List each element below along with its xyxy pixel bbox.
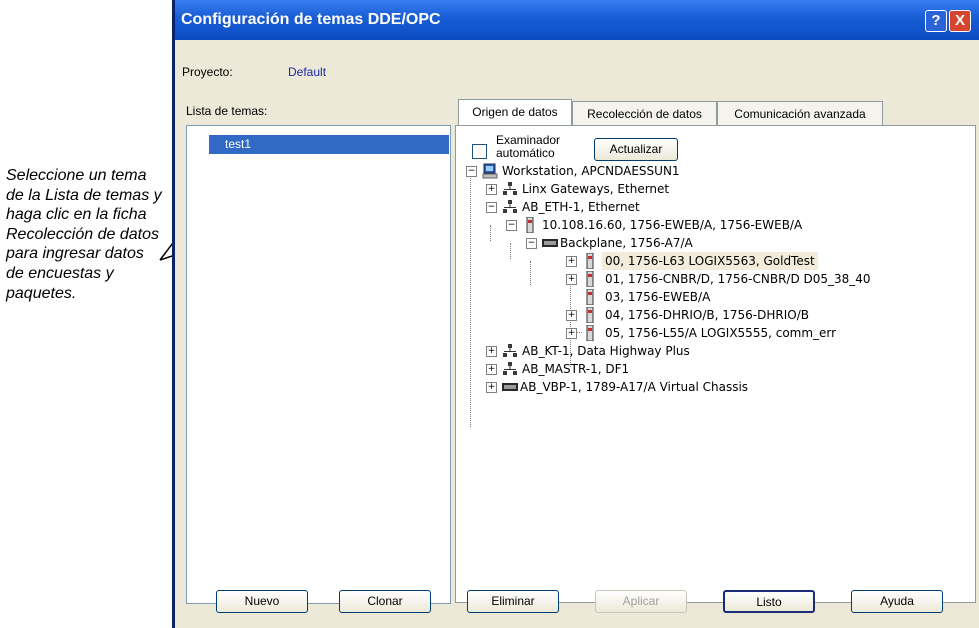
help-icon[interactable]: ? (925, 10, 947, 32)
expand-icon[interactable]: + (486, 382, 497, 393)
clone-button[interactable]: Clonar (339, 590, 431, 613)
tree-node-label: 01, 1756-CNBR/D, 1756-CNBR/D D05_38_40 (605, 272, 871, 286)
tree-node-label: 04, 1756-DHRIO/B, 1756-DHRIO/B (605, 308, 809, 322)
expand-icon[interactable]: + (566, 256, 577, 267)
tree-node-label: Backplane, 1756-A7/A (560, 236, 693, 250)
tree-node-label: AB_KT-1, Data Highway Plus (522, 344, 690, 358)
refresh-button[interactable]: Actualizar (594, 138, 678, 161)
expand-icon[interactable]: + (486, 346, 497, 357)
tab-data-source[interactable]: Origen de datos (458, 99, 572, 126)
module-icon (582, 270, 598, 288)
tree-node-label: AB_ETH-1, Ethernet (522, 200, 640, 214)
project-value: Default (288, 65, 327, 79)
network-icon (502, 199, 518, 215)
tree-connector (490, 225, 491, 241)
device-tree[interactable]: − Workstation, APCNDAESSUN1 + Linx Gatew… (466, 162, 965, 592)
apply-button[interactable]: Aplicar (595, 590, 687, 613)
backplane-icon (542, 235, 558, 251)
title-bar[interactable]: Configuración de temas DDE/OPC ? X (175, 0, 979, 40)
network-icon (502, 361, 518, 377)
module-icon (582, 324, 598, 342)
collapse-icon[interactable]: − (526, 238, 537, 249)
module-icon (582, 306, 598, 324)
auto-browse-label: Examinador automático (496, 134, 560, 160)
help-button[interactable]: Ayuda (851, 590, 943, 613)
topic-list-label: Lista de temas: (186, 104, 268, 118)
auto-browse-checkbox[interactable] (472, 144, 487, 159)
collapse-icon[interactable]: − (486, 202, 497, 213)
expand-icon[interactable]: + (486, 364, 497, 375)
computer-icon (482, 163, 498, 179)
tree-node-label: 05, 1756-L55/A LOGIX5555, comm_err (605, 326, 837, 340)
delete-button[interactable]: Eliminar (467, 590, 559, 613)
expand-icon[interactable]: + (566, 310, 577, 321)
tree-node-label: AB_VBP-1, 1789-A17/A Virtual Chassis (520, 380, 749, 394)
topic-list[interactable]: test1 (186, 125, 451, 604)
tab-data-collection[interactable]: Recolección de datos (572, 101, 717, 125)
network-icon (502, 343, 518, 359)
close-icon[interactable]: X (949, 10, 971, 32)
module-icon (582, 252, 598, 270)
backplane-icon (502, 379, 518, 395)
topic-item-test1[interactable]: test1 (209, 135, 449, 154)
tree-node-label: 10.108.16.60, 1756-EWEB/A, 1756-EWEB/A (542, 218, 803, 232)
collapse-icon[interactable]: − (506, 220, 517, 231)
tree-connector (530, 261, 531, 285)
module-icon (522, 216, 538, 234)
expand-icon[interactable]: + (486, 184, 497, 195)
tree-node-label: Workstation, APCNDAESSUN1 (502, 164, 680, 178)
project-label: Proyecto: (182, 65, 233, 79)
auto-browse-label-line2: automático (496, 146, 555, 160)
tree-connector (510, 243, 511, 259)
tree-node-label: Linx Gateways, Ethernet (522, 182, 670, 196)
tree-node-label: AB_MASTR-1, DF1 (522, 362, 630, 376)
data-source-panel: Examinador automático Actualizar − Works… (455, 125, 976, 603)
expand-icon[interactable]: + (566, 328, 577, 339)
new-button[interactable]: Nuevo (216, 590, 308, 613)
done-button[interactable]: Listo (723, 590, 815, 613)
collapse-icon[interactable]: − (466, 166, 477, 177)
tab-advanced-communication[interactable]: Comunicación avanzada (717, 101, 883, 125)
expand-icon[interactable]: + (566, 274, 577, 285)
module-icon (582, 288, 598, 306)
tree-node-label: 03, 1756-EWEB/A (605, 290, 711, 304)
window-title: Configuración de temas DDE/OPC (181, 11, 441, 28)
tree-connector (470, 171, 471, 427)
tree-node-label: 00, 1756-L63 LOGIX5563, GoldTest (602, 252, 818, 270)
dialog-window: Configuración de temas DDE/OPC ? X Proye… (172, 0, 979, 628)
network-icon (502, 181, 518, 197)
